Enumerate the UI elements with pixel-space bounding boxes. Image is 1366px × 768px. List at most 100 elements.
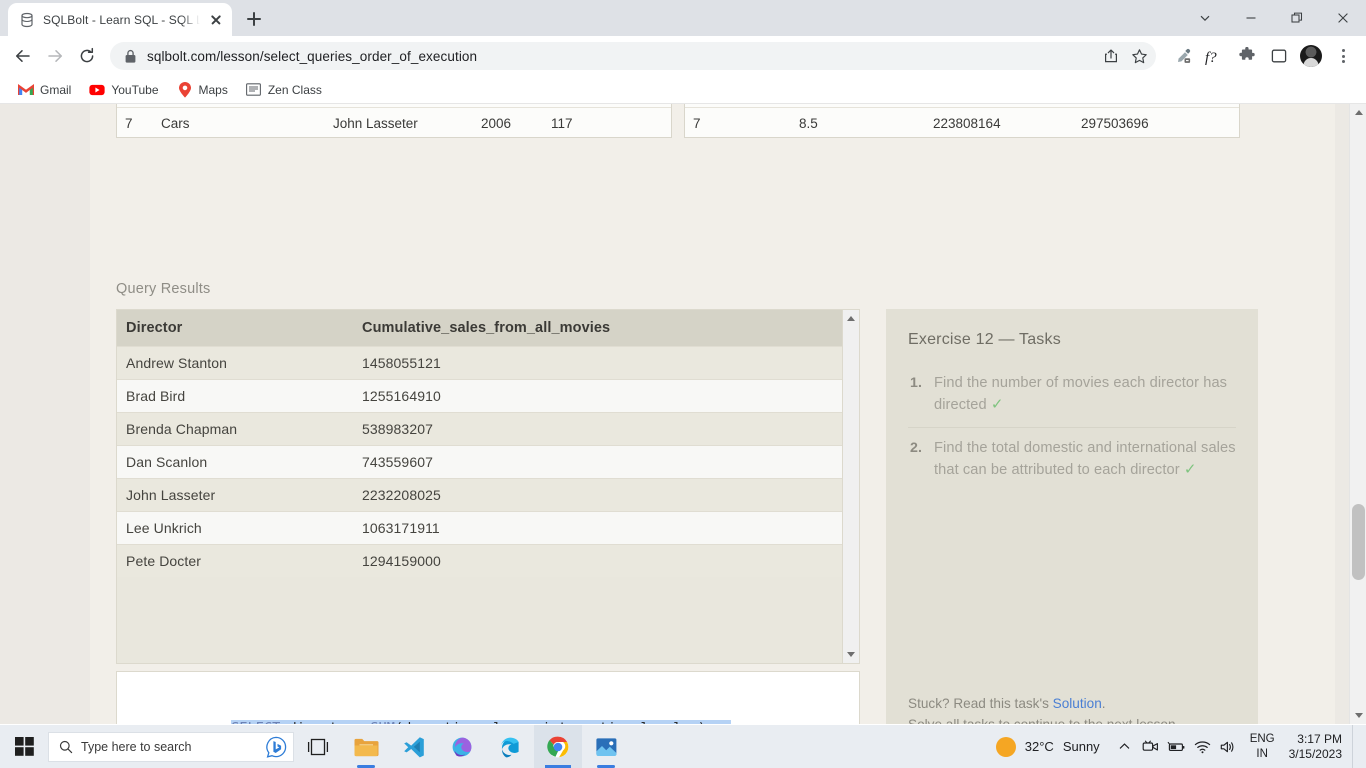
tab-title: SQLBolt - Learn SQL - SQL Lesson: [43, 12, 200, 27]
restore-icon[interactable]: [1274, 0, 1320, 36]
minimize-icon[interactable]: [1228, 0, 1274, 36]
bookmark-label: Maps: [198, 82, 228, 97]
edge-dev-icon[interactable]: [438, 725, 486, 768]
table-row: Pete Docter 1294159000: [117, 544, 843, 577]
task-view-icon[interactable]: [294, 725, 342, 768]
cell-sales: 743559607: [353, 445, 843, 479]
scrollbar-thumb[interactable]: [1352, 504, 1365, 580]
bookmark-maps[interactable]: Maps: [169, 79, 236, 101]
address-bar[interactable]: sqlbolt.com/lesson/select_queries_order_…: [110, 42, 1156, 70]
side-panel-icon[interactable]: [1264, 41, 1294, 71]
table-row: Dan Scanlon 743559607: [117, 445, 843, 479]
microsoft-edge-icon[interactable]: [486, 725, 534, 768]
page-body: 6 The Incredibles Brad Bird 2004 116 7 C…: [90, 104, 1335, 724]
clock-time: 3:17 PM: [1297, 731, 1342, 746]
puzzle-extensions-icon[interactable]: [1232, 41, 1262, 71]
gmail-icon: [18, 82, 34, 98]
scroll-up-icon[interactable]: [843, 310, 860, 327]
volume-icon[interactable]: [1216, 725, 1242, 768]
table-row: John Lasseter 2232208025: [117, 478, 843, 512]
task-item: Find the number of movies each director …: [908, 363, 1236, 427]
column-header-cumulative-sales[interactable]: Cumulative_sales_from_all_movies: [353, 310, 843, 347]
close-icon[interactable]: [208, 12, 224, 28]
show-desktop-button[interactable]: [1352, 725, 1358, 768]
bookmark-gmail[interactable]: Gmail: [10, 79, 79, 101]
weather-widget[interactable]: 32°C Sunny: [984, 736, 1112, 757]
wifi-icon[interactable]: [1190, 725, 1216, 768]
results-scrollbar[interactable]: [842, 310, 859, 663]
tab-search-chevron-icon[interactable]: [1182, 0, 1228, 36]
search-placeholder: Type here to search: [81, 739, 192, 754]
weather-temp: 32°C: [1024, 739, 1054, 754]
battery-icon[interactable]: [1164, 725, 1190, 768]
bookmark-label: Gmail: [40, 82, 72, 97]
system-tray: 32°C Sunny ENG IN 3:17 PM 3/15/2023: [984, 725, 1366, 768]
close-window-icon[interactable]: [1320, 0, 1366, 36]
language-line2: IN: [1256, 747, 1268, 760]
exercise-panel: Exercise 12 — Tasks Find the number of m…: [886, 309, 1258, 724]
windows-taskbar: Type here to search 32°C Sunny ENG IN 3:…: [0, 725, 1366, 768]
tab-strip: SQLBolt - Learn SQL - SQL Lesson: [0, 0, 1366, 36]
table-row: Brenda Chapman 538983207: [117, 412, 843, 446]
back-arrow-icon[interactable]: [8, 41, 38, 71]
camera-icon[interactable]: [1138, 725, 1164, 768]
sql-code[interactable]: SELECT director, SUM(domestic_sales + in…: [117, 672, 859, 724]
youtube-icon: [89, 82, 105, 98]
page-scrollbar[interactable]: [1349, 104, 1366, 724]
bookmark-star-icon[interactable]: [1126, 43, 1152, 69]
page-viewport: 6 The Incredibles Brad Bird 2004 116 7 C…: [0, 104, 1366, 724]
scroll-down-icon[interactable]: [1350, 707, 1366, 724]
google-chrome-icon[interactable]: [534, 725, 582, 768]
profile-avatar[interactable]: [1296, 41, 1326, 71]
maps-pin-icon: [177, 81, 193, 98]
scroll-down-icon[interactable]: [843, 646, 860, 663]
solution-link[interactable]: Solution: [1053, 696, 1102, 711]
cell-director: Brenda Chapman: [117, 412, 353, 446]
clock[interactable]: 3:17 PM 3/15/2023: [1283, 732, 1352, 762]
language-indicator[interactable]: ENG IN: [1242, 732, 1283, 762]
browser-tab[interactable]: SQLBolt - Learn SQL - SQL Lesson: [8, 3, 232, 36]
scroll-up-icon[interactable]: [1350, 104, 1366, 121]
cell-rating: 8.5: [799, 115, 818, 131]
browser-toolbar: sqlbolt.com/lesson/select_queries_order_…: [0, 36, 1366, 76]
cell-sales: 1294159000: [353, 544, 843, 577]
eyedropper-extension-icon[interactable]: [1168, 41, 1198, 71]
task-text: Find the number of movies each director …: [934, 375, 1228, 413]
bookmark-label: YouTube: [111, 82, 159, 97]
exercise-title: Exercise 12 — Tasks: [908, 331, 1061, 348]
bing-chat-icon[interactable]: [265, 736, 287, 758]
bookmark-zen-class[interactable]: Zen Class: [238, 79, 330, 101]
taskbar-search[interactable]: Type here to search: [48, 731, 294, 762]
sql-editor[interactable]: SELECT director, SUM(domestic_sales + in…: [116, 671, 860, 724]
new-tab-button[interactable]: [240, 5, 268, 33]
forward-arrow-icon[interactable]: [40, 41, 70, 71]
avatar: [1300, 45, 1322, 67]
cell-sales: 1255164910: [353, 379, 843, 413]
cell-international: 297503696: [1081, 115, 1149, 131]
reload-icon[interactable]: [72, 41, 102, 71]
three-dot-menu-icon[interactable]: [1328, 41, 1358, 71]
cell-movie-id: 7: [693, 115, 701, 131]
table-row: 7 8.5 223808164 297503696: [685, 107, 1239, 137]
file-explorer-icon[interactable]: [342, 725, 390, 768]
sun-icon: [995, 736, 1016, 757]
stuck-suffix: .: [1101, 696, 1106, 711]
cell-sales: 1063171911: [353, 511, 843, 545]
photos-icon[interactable]: [582, 725, 630, 768]
bookmark-youtube[interactable]: YouTube: [81, 79, 166, 101]
database-icon: [21, 12, 33, 27]
share-icon[interactable]: [1098, 43, 1124, 69]
column-header-director[interactable]: Director: [117, 310, 353, 347]
f-question-extension-icon[interactable]: f?: [1200, 41, 1230, 71]
exercise-footer: Stuck? Read this task's Solution. Solve …: [886, 693, 1258, 724]
vs-code-icon[interactable]: [390, 725, 438, 768]
cell-director: Pete Docter: [117, 544, 353, 577]
table-header-row: Director Cumulative_sales_from_all_movie…: [117, 310, 843, 347]
stuck-line: Stuck? Read this task's Solution.: [908, 693, 1236, 714]
omnibox-actions: [1098, 43, 1152, 69]
sql-line-1: SELECT director, SUM(domestic_sales + in…: [231, 720, 731, 724]
window-controls: [1182, 0, 1366, 36]
zen-class-icon: [246, 82, 262, 98]
chevron-up-icon[interactable]: [1112, 725, 1138, 768]
windows-start-icon[interactable]: [0, 725, 48, 768]
